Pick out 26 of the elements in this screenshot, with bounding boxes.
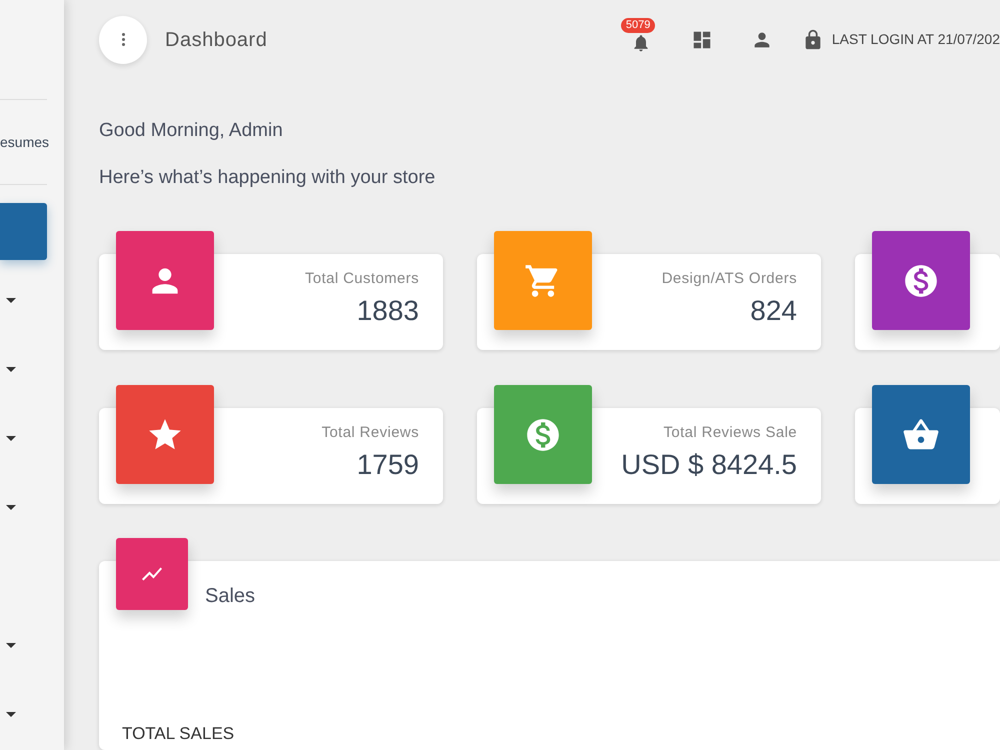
notifications-button[interactable]: 5079 xyxy=(620,20,661,60)
subtitle: Here’s what’s happening with your store xyxy=(99,166,436,190)
sidebar-section-label[interactable]: esumes xyxy=(0,132,50,152)
caret-icon xyxy=(6,298,16,303)
caret-icon xyxy=(6,436,16,441)
menu-button[interactable] xyxy=(99,16,147,64)
total-sales-label: TOTAL SALES xyxy=(122,723,236,744)
stat-value: USD $ 8424.5 xyxy=(621,448,797,482)
stat-label: Total Customers xyxy=(305,269,419,289)
stat-label: Total Reviews Sale xyxy=(664,423,797,443)
menu-icon xyxy=(122,33,124,46)
page-title: Dashboard xyxy=(165,28,268,52)
caret-icon xyxy=(6,643,16,648)
stat-value: 1883 xyxy=(356,294,419,328)
last-login: LAST LOGIN AT 21/07/202 xyxy=(832,30,1000,49)
stat-value: 1759 xyxy=(356,448,419,482)
stat-label: Design/ATS Orders xyxy=(662,269,797,289)
caret-icon xyxy=(6,367,16,372)
stat-value: 824 xyxy=(750,294,797,328)
sales-title: Sales xyxy=(205,584,256,609)
stat-label: Total Reviews xyxy=(322,423,419,443)
notification-badge: 5079 xyxy=(620,18,656,34)
caret-icon xyxy=(6,712,16,717)
caret-icon xyxy=(6,505,16,510)
greeting: Good Morning, Admin xyxy=(99,119,284,143)
sidebar-item[interactable] xyxy=(0,203,47,260)
